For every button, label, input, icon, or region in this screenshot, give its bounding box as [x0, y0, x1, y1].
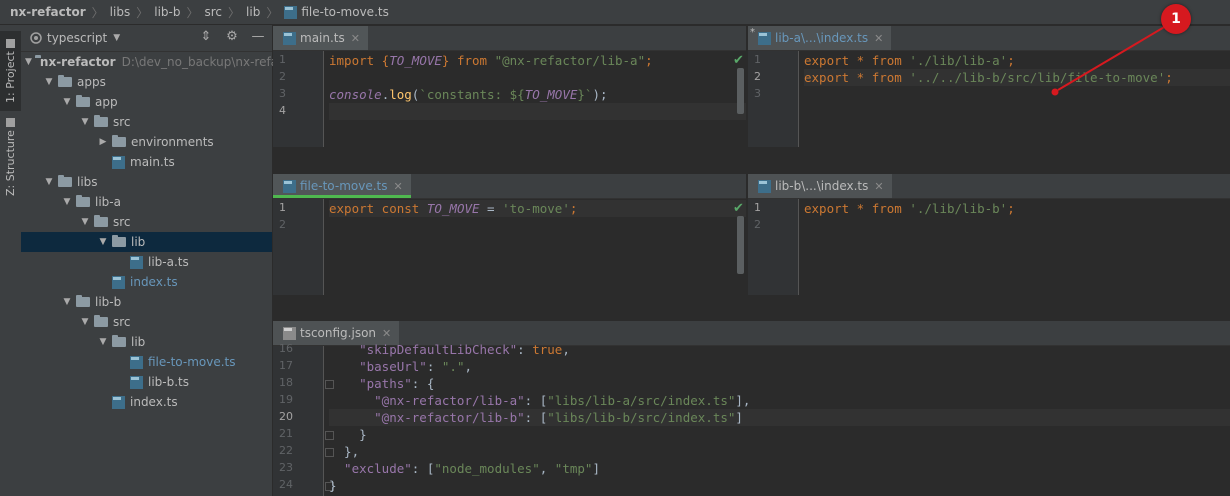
annotation-arrow	[1051, 25, 1167, 96]
annotation-badge: 1	[1161, 4, 1191, 34]
